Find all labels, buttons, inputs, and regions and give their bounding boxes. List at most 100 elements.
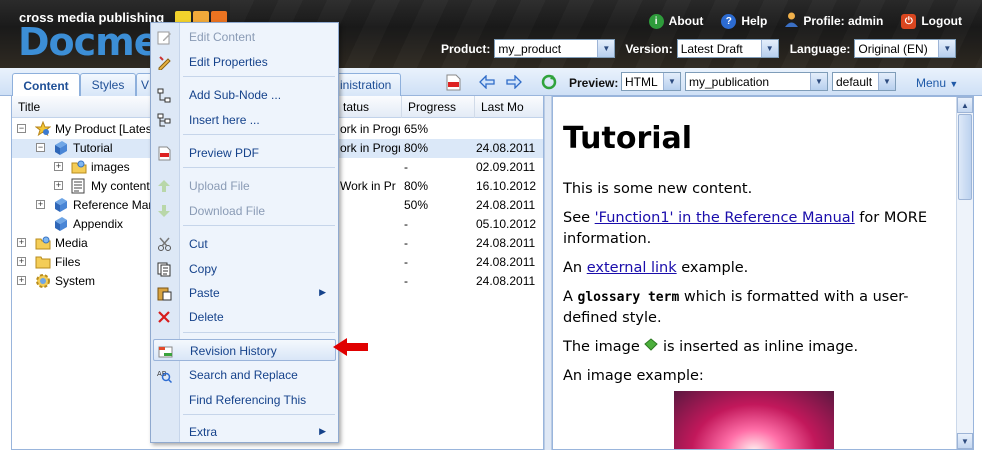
expand-toggle[interactable]: + [36, 200, 45, 209]
tab-content[interactable]: Content [12, 73, 80, 97]
preview-pane: Tutorial This is some new content. See '… [552, 96, 974, 450]
arrow-right-icon[interactable] [505, 73, 523, 91]
version-label: Version: [625, 41, 673, 56]
help-icon: ? [721, 13, 737, 29]
preview-format-select[interactable]: HTML ▼ [621, 72, 681, 91]
collapse-toggle[interactable]: − [36, 143, 45, 152]
search-replace-icon: AB [156, 367, 172, 383]
chevron-down-icon: ▼ [810, 73, 827, 90]
preview-paragraph: This is some new content. [563, 181, 753, 197]
version-select[interactable]: Latest Draft ▼ [676, 39, 779, 58]
language-select[interactable]: Original (EN) ▼ [854, 39, 957, 58]
help-link[interactable]: ? Help [721, 12, 767, 30]
menu-search-replace[interactable]: AB Search and Replace [153, 364, 336, 386]
folder-icon [35, 254, 51, 270]
submenu-arrow-icon: ▶ [319, 287, 326, 297]
menu-upload-file[interactable]: Upload File [153, 175, 336, 197]
chevron-down-icon: ▼ [760, 40, 778, 57]
publication-select[interactable]: my_publication ▼ [685, 72, 828, 91]
top-links: i About ? Help Profile: admin ⏻ Logout [648, 12, 962, 30]
document-icon [53, 197, 69, 213]
preview-paragraph: A glossary term which is formatted with … [563, 289, 909, 326]
document-icon [53, 216, 69, 232]
chevron-down-icon: ▼ [949, 79, 959, 89]
delete-icon [156, 309, 172, 325]
menu-find-referencing[interactable]: Find Referencing This [153, 389, 336, 411]
content-page-icon [71, 178, 87, 194]
info-icon: i [648, 13, 664, 29]
main-toolbar: Content Styles V inistration Preview: HT… [0, 68, 982, 97]
preview-label: Preview: [569, 76, 619, 90]
tab-administration[interactable]: inistration [330, 73, 401, 96]
profile-link[interactable]: Profile: admin [785, 12, 883, 30]
menu-edit-content[interactable]: Edit Content [153, 26, 336, 48]
document-icon [53, 140, 69, 156]
expand-toggle[interactable]: + [17, 257, 26, 266]
expand-toggle[interactable]: + [17, 276, 26, 285]
brand-logo: Docme [18, 20, 160, 64]
col-progress[interactable]: Progress [402, 96, 475, 118]
menu-add-subnode[interactable]: Add Sub-Node ... [153, 84, 336, 106]
user-icon [785, 12, 799, 30]
tab-styles[interactable]: Styles [80, 73, 136, 96]
menu-extra[interactable]: Extra ▶ [153, 421, 336, 443]
col-last-modified[interactable]: Last Mo [475, 96, 543, 118]
context-selectors: Product: my_product ▼ Version: Latest Dr… [441, 39, 957, 58]
expand-toggle[interactable]: + [54, 162, 63, 171]
expand-toggle[interactable]: + [54, 181, 63, 190]
preview-scrollbar[interactable]: ▲ ▼ [956, 97, 973, 449]
preview-paragraph: An image example: [563, 368, 704, 384]
preview-paragraph: The image is inserted as inline image. [563, 338, 859, 355]
inline-image-icon [644, 338, 659, 355]
power-icon: ⏻ [901, 13, 917, 29]
style-select[interactable]: default ▼ [832, 72, 896, 91]
col-status[interactable]: tatus [337, 96, 402, 118]
chevron-down-icon: ▼ [938, 40, 956, 57]
paste-icon [156, 285, 172, 301]
image-folder-icon [71, 159, 87, 175]
glossary-term: glossary term [577, 290, 680, 305]
scroll-down-icon[interactable]: ▼ [957, 433, 973, 449]
logout-link[interactable]: ⏻ Logout [901, 12, 962, 30]
add-subnode-icon [156, 87, 172, 103]
product-star-icon [34, 120, 52, 137]
external-link[interactable]: external link [587, 260, 677, 276]
reference-link[interactable]: 'Function1' in the Reference Manual [595, 210, 855, 226]
scroll-up-icon[interactable]: ▲ [957, 97, 973, 113]
annotation-arrow-icon [333, 337, 369, 360]
menu-dropdown[interactable]: Menu ▼ [916, 76, 958, 90]
menu-edit-properties[interactable]: Edit Properties [153, 51, 336, 73]
panel-splitter[interactable] [544, 96, 552, 450]
scroll-thumb[interactable] [958, 114, 972, 200]
copy-icon [156, 261, 172, 277]
download-icon [156, 203, 172, 219]
edit-icon [156, 29, 172, 45]
product-select[interactable]: my_product ▼ [494, 39, 616, 58]
upload-icon [156, 178, 172, 194]
menu-insert-here[interactable]: Insert here ... [153, 109, 336, 131]
preview-paragraph: An external link example. [563, 260, 749, 276]
product-label: Product: [441, 41, 491, 56]
menu-cut[interactable]: Cut [153, 233, 336, 255]
arrow-left-icon[interactable] [478, 73, 496, 91]
properties-icon [156, 54, 172, 70]
media-folder-icon [35, 235, 51, 251]
menu-copy[interactable]: Copy [153, 258, 336, 280]
pdf-icon [156, 145, 172, 161]
preview-heading: Tutorial [563, 121, 693, 156]
menu-paste[interactable]: Paste ▶ [153, 282, 336, 304]
expand-toggle[interactable]: + [17, 238, 26, 247]
menu-delete[interactable]: Delete [153, 306, 336, 328]
about-link[interactable]: i About [648, 12, 703, 30]
menu-download-file[interactable]: Download File [153, 200, 336, 222]
system-gear-icon [35, 273, 51, 289]
menu-preview-pdf[interactable]: Preview PDF [153, 142, 336, 164]
pdf-icon[interactable] [444, 73, 462, 91]
insert-icon [156, 112, 172, 128]
sunset-image [674, 391, 834, 449]
chevron-down-icon: ▼ [878, 73, 895, 90]
chevron-down-icon: ▼ [597, 40, 615, 57]
collapse-toggle[interactable]: − [17, 124, 26, 133]
menu-revision-history[interactable]: Revision History [153, 339, 336, 361]
refresh-icon[interactable] [540, 73, 558, 91]
